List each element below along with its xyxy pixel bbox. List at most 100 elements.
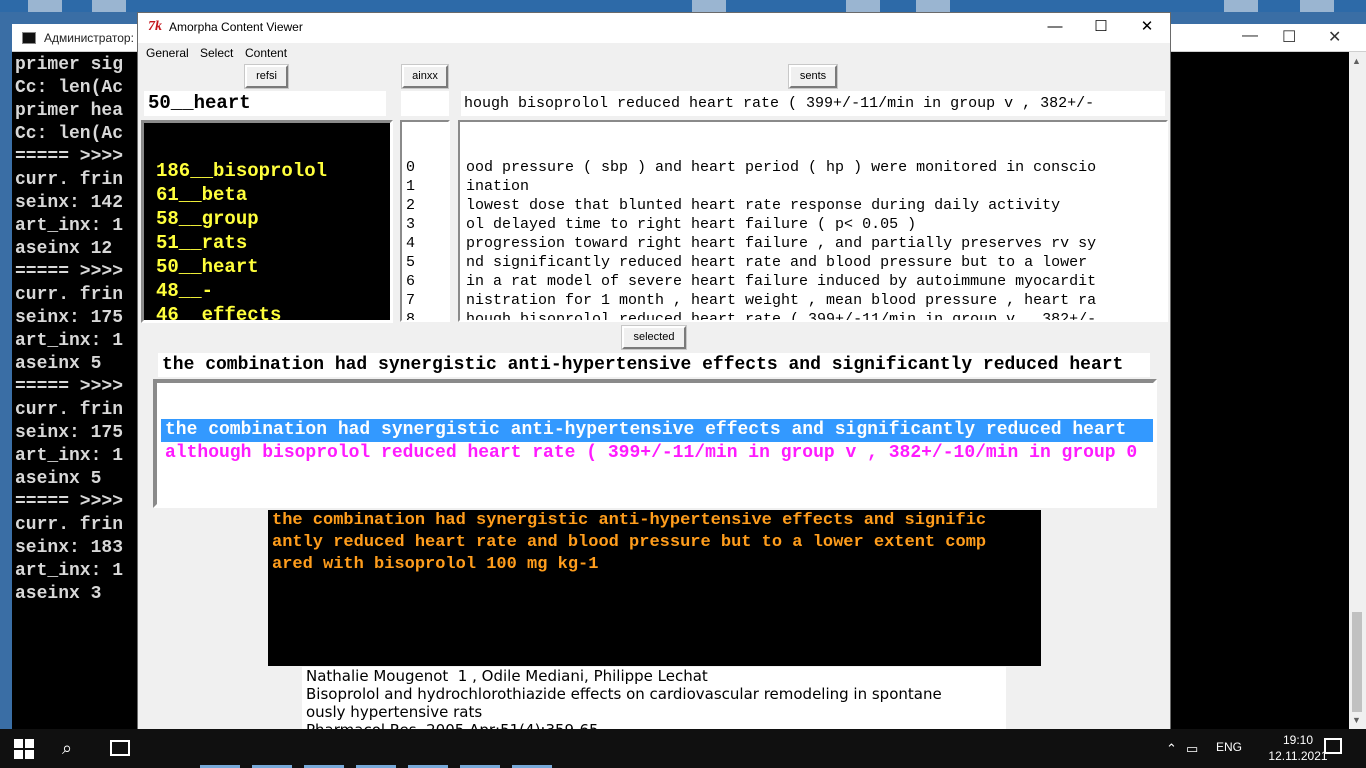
sentence-list-item[interactable]: ination: [463, 177, 1166, 196]
input-language[interactable]: ENG: [1216, 740, 1242, 754]
console-window[interactable]: Администратор: primer sig Cc: len(Ac prime…: [12, 24, 152, 729]
console-line: ===== >>>>: [15, 262, 124, 282]
word-list-item[interactable]: 61__beta: [150, 183, 390, 207]
console-line: aseinx 5: [15, 469, 102, 489]
network-icon[interactable]: ▭: [1186, 741, 1198, 757]
sents-button[interactable]: sents: [789, 65, 837, 88]
console-line: art_inx: 1: [15, 561, 124, 581]
console-line: ===== >>>>: [15, 377, 124, 397]
sentence-list-item[interactable]: lowest dose that blunted heart rate resp…: [463, 196, 1166, 215]
full-sentence-line: antly reduced heart rate and blood press…: [272, 533, 987, 552]
desktop-icon[interactable]: [28, 0, 62, 12]
reference-line: Nathalie Mougenot 1 , Odile Mediani, Phi…: [306, 667, 708, 685]
selected-sentence-entry[interactable]: the combination had synergistic anti-hyp…: [157, 352, 1151, 378]
console-line: ===== >>>>: [15, 147, 124, 167]
index-list-item[interactable]: 6: [404, 272, 448, 291]
desktop-icon[interactable]: [1224, 0, 1258, 12]
tk-feather-icon: 7k: [148, 19, 162, 34]
selected-sentences-list[interactable]: the combination had synergistic anti-hyp…: [153, 379, 1157, 508]
close-button[interactable]: ✕: [1124, 13, 1170, 43]
clock-time: 19:10: [1282, 733, 1314, 747]
console-titlebar[interactable]: Администратор:: [12, 24, 152, 52]
selected-list-item[interactable]: although bisoprolol reduced heart rate (…: [161, 442, 1153, 465]
index-list-item[interactable]: 0: [404, 158, 448, 177]
reference-line: Bisoprolol and hydrochlorothiazide effec…: [306, 685, 942, 703]
selected-button[interactable]: selected: [622, 326, 686, 349]
index-list-item[interactable]: 5: [404, 253, 448, 272]
tray-chevron-icon[interactable]: ⌃: [1166, 741, 1177, 757]
word-list-item[interactable]: 46__effects: [150, 303, 390, 320]
cmd-icon: [22, 32, 36, 44]
index-list-item[interactable]: 1: [404, 177, 448, 196]
console-line: curr. frin: [15, 515, 124, 535]
console-output: primer sig Cc: len(Ac primer hea Cc: len(Ac…: [15, 54, 123, 606]
console-line: Cc: len(Ac: [15, 78, 124, 98]
index-list-item[interactable]: 7: [404, 291, 448, 310]
menu-content[interactable]: Content: [245, 46, 287, 60]
desktop-icon[interactable]: [1300, 0, 1334, 12]
sentence-index-list[interactable]: 0123456789: [400, 120, 450, 322]
search-icon[interactable]: ⌕: [62, 738, 72, 759]
maximize-button[interactable]: ☐: [1078, 13, 1124, 43]
minimize-icon[interactable]: —: [1242, 27, 1258, 45]
sentence-entry[interactable]: hough bisoprolol reduced heart rate ( 39…: [460, 90, 1166, 117]
index-list-item[interactable]: 3: [404, 215, 448, 234]
task-view-icon[interactable]: [110, 740, 130, 756]
console-line: primer sig: [15, 55, 124, 75]
minimize-button[interactable]: —: [1032, 13, 1078, 43]
word-list-item[interactable]: 51__rats: [150, 231, 390, 255]
sentence-list-item[interactable]: in a rat model of severe heart failure i…: [463, 272, 1166, 291]
word-list-item[interactable]: 48__-: [150, 279, 390, 303]
index-list-item[interactable]: 2: [404, 196, 448, 215]
word-list-item[interactable]: 186__bisoprolol: [150, 159, 390, 183]
ainxx-entry[interactable]: [400, 90, 450, 117]
desktop-icon[interactable]: [692, 0, 726, 12]
menu-general[interactable]: General: [146, 46, 189, 60]
refsi-button[interactable]: refsi: [245, 65, 288, 88]
console-line: curr. frin: [15, 285, 124, 305]
desktop-icon[interactable]: [846, 0, 880, 12]
close-icon[interactable]: ✕: [1328, 27, 1341, 47]
menu-select[interactable]: Select: [200, 46, 233, 60]
sentence-list-item[interactable]: progression toward right heart failure ,…: [463, 234, 1166, 253]
console-right-titlebar[interactable]: — ☐ ✕: [1170, 24, 1366, 52]
desktop-icons-strip: [0, 0, 1366, 12]
windows-start-icon[interactable]: [14, 739, 34, 759]
window-titlebar[interactable]: 7k Amorpha Content Viewer — ☐ ✕: [138, 13, 1170, 43]
word-list-item[interactable]: 50__heart: [150, 255, 390, 279]
word-entry[interactable]: 50__heart: [143, 90, 387, 117]
console-line: art_inx: 1: [15, 331, 124, 351]
console-line: aseinx 3: [15, 584, 102, 604]
scroll-thumb[interactable]: [1352, 612, 1362, 712]
desktop-icon[interactable]: [92, 0, 126, 12]
maximize-icon[interactable]: ☐: [1282, 27, 1296, 47]
sentence-list-item[interactable]: nistration for 1 month , heart weight , …: [463, 291, 1166, 310]
console-line: aseinx 12: [15, 239, 113, 259]
index-list-item[interactable]: 8: [404, 310, 448, 320]
sentence-list-item[interactable]: nd significantly reduced heart rate and …: [463, 253, 1166, 272]
console-line: seinx: 183: [15, 538, 124, 558]
clock-date: 12.11.2021: [1268, 749, 1328, 763]
full-sentence-text: the combination had synergistic anti-hyp…: [268, 510, 1041, 666]
console-line: primer hea: [15, 101, 124, 121]
console-window-right[interactable]: — ☐ ✕ ▲ ▼: [1170, 24, 1366, 729]
scroll-down-icon[interactable]: ▼: [1352, 715, 1361, 725]
menubar: General Select Content: [138, 43, 1170, 63]
desktop-icon[interactable]: [916, 0, 950, 12]
sentence-list-item[interactable]: ol delayed time to right heart failure (…: [463, 215, 1166, 234]
word-frequency-list[interactable]: 186__bisoprolol 61__beta 58__group 51__rats…: [141, 120, 393, 323]
notification-icon[interactable]: [1324, 738, 1342, 754]
sentence-list-item[interactable]: hough bisoprolol reduced heart rate ( 39…: [463, 310, 1166, 320]
console-scrollbar[interactable]: ▲ ▼: [1349, 52, 1366, 729]
sentence-list-item[interactable]: ood pressure ( sbp ) and heart period ( …: [463, 158, 1166, 177]
reference-line: ously hypertensive rats: [306, 703, 483, 721]
ainxx-button[interactable]: ainxx: [402, 65, 448, 88]
scroll-up-icon[interactable]: ▲: [1352, 56, 1361, 66]
selected-list-item[interactable]: the combination had synergistic anti-hyp…: [161, 419, 1153, 442]
sentence-list[interactable]: ood pressure ( sbp ) and heart period ( …: [458, 120, 1168, 322]
word-list-item[interactable]: 58__group: [150, 207, 390, 231]
clock[interactable]: 19:10 12.11.2021: [1268, 732, 1328, 764]
console-line: seinx: 175: [15, 308, 124, 328]
index-list-item[interactable]: 4: [404, 234, 448, 253]
window-title: Amorpha Content Viewer: [169, 20, 303, 34]
